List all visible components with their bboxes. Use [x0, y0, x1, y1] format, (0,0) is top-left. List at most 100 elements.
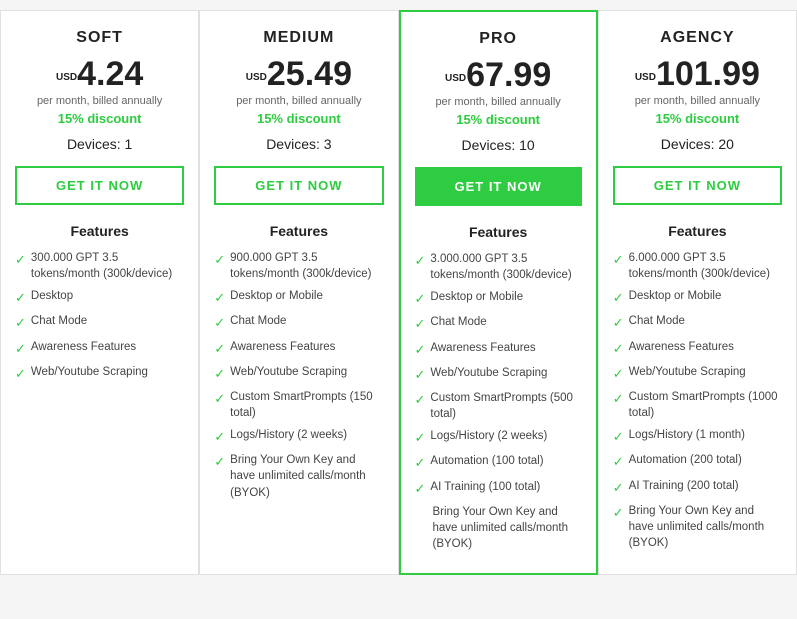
feature-text: Awareness Features	[629, 339, 734, 355]
list-item: ✓Awareness Features	[415, 337, 582, 362]
list-item: ✓300.000 GPT 3.5 tokens/month (300k/devi…	[15, 247, 184, 285]
feature-text: Desktop or Mobile	[230, 288, 323, 304]
list-item: ✓3.000.000 GPT 3.5 tokens/month (300k/de…	[415, 248, 582, 286]
price-usd-soft: USD	[56, 73, 77, 83]
check-icon: ✓	[613, 390, 624, 408]
devices-medium: Devices: 3	[266, 136, 331, 152]
check-icon: ✓	[214, 289, 225, 307]
discount-pro: 15% discount	[456, 112, 540, 127]
list-item: ✓ Awareness Features	[214, 336, 383, 361]
discount-agency: 15% discount	[655, 111, 739, 126]
feature-text: Logs/History (1 month)	[629, 427, 745, 443]
price-usd-agency: USD	[635, 73, 656, 83]
check-icon: ✓	[415, 480, 426, 498]
check-icon: ✓	[415, 391, 426, 409]
check-icon: ✓	[415, 366, 426, 384]
check-icon: ✓	[415, 315, 426, 333]
plan-name-pro: PRO	[479, 30, 517, 48]
list-item: ✓Custom SmartPrompts (500 total)	[415, 387, 582, 425]
check-icon: ✓	[214, 365, 225, 383]
check-icon: ✓	[214, 428, 225, 446]
list-item: ✓Desktop or Mobile	[415, 286, 582, 311]
feature-text: 900.000 GPT 3.5 tokens/month (300k/devic…	[230, 250, 383, 282]
feature-text: Chat Mode	[31, 313, 87, 329]
check-icon: ✓	[613, 251, 624, 269]
check-icon: ✓	[214, 340, 225, 358]
list-item: ✓Web/Youtube Scraping	[15, 361, 184, 386]
price-usd-pro: USD	[445, 74, 466, 84]
plan-medium: MEDIUMUSD25.49per month, billed annually…	[199, 10, 398, 575]
list-item: Bring Your Own Key and have unlimited ca…	[415, 501, 582, 555]
check-icon: ✓	[613, 340, 624, 358]
devices-soft: Devices: 1	[67, 136, 132, 152]
feature-text: Web/Youtube Scraping	[430, 365, 547, 381]
plan-name-soft: SOFT	[76, 29, 123, 47]
discount-medium: 15% discount	[257, 111, 341, 126]
check-icon: ✓	[613, 428, 624, 446]
price-billed-agency: per month, billed annually	[635, 95, 760, 107]
list-item: ✓Automation (100 total)	[415, 450, 582, 475]
features-list-pro: ✓3.000.000 GPT 3.5 tokens/month (300k/de…	[415, 248, 582, 555]
price-amount-soft: 4.24	[77, 57, 143, 91]
feature-text: AI Training (100 total)	[430, 479, 540, 495]
feature-text: Automation (100 total)	[430, 453, 543, 469]
plan-pro: PROUSD67.99per month, billed annually15%…	[399, 10, 598, 575]
list-item: ✓Custom SmartPrompts (150 total)	[214, 386, 383, 424]
get-btn-agency[interactable]: GET IT NOW	[613, 166, 782, 205]
list-item: ✓ Awareness Features	[15, 336, 184, 361]
check-icon: ✓	[15, 289, 26, 307]
check-icon: ✓	[415, 454, 426, 472]
list-item: ✓Chat Mode	[613, 310, 782, 335]
get-btn-pro[interactable]: GET IT NOW	[415, 167, 582, 206]
list-item: ✓Bring Your Own Key and have unlimited c…	[613, 500, 782, 554]
feature-text: AI Training (200 total)	[629, 478, 739, 494]
feature-text: Chat Mode	[629, 313, 685, 329]
features-title-pro: Features	[469, 224, 527, 240]
list-item: ✓ 6.000.000 GPT 3.5 tokens/month (300k/de…	[613, 247, 782, 285]
list-item: ✓Bring Your Own Key and have unlimited c…	[214, 449, 383, 503]
price-block-agency: USD101.99	[635, 57, 760, 91]
features-list-agency: ✓ 6.000.000 GPT 3.5 tokens/month (300k/de…	[613, 247, 782, 554]
check-icon: ✓	[214, 251, 225, 269]
list-item: ✓AI Training (100 total)	[415, 476, 582, 501]
discount-soft: 15% discount	[58, 111, 142, 126]
feature-text: Awareness Features	[31, 339, 136, 355]
price-amount-pro: 67.99	[466, 58, 551, 92]
price-amount-agency: 101.99	[656, 57, 760, 91]
list-item: ✓Custom SmartPrompts (1000 total)	[613, 386, 782, 424]
price-block-pro: USD67.99	[445, 58, 551, 92]
get-btn-medium[interactable]: GET IT NOW	[214, 166, 383, 205]
list-item: ✓ Logs/History (2 weeks)	[214, 424, 383, 449]
plan-name-agency: AGENCY	[660, 29, 734, 47]
feature-text: Logs/History (2 weeks)	[230, 427, 347, 443]
price-block-soft: USD4.24	[56, 57, 143, 91]
plan-agency: AGENCY USD101.99 per month, billed annuall…	[598, 10, 797, 575]
list-item: ✓ Awareness Features	[613, 336, 782, 361]
feature-text: Custom SmartPrompts (500 total)	[430, 390, 581, 422]
feature-text: 6.000.000 GPT 3.5 tokens/month (300k/dev…	[629, 250, 782, 282]
feature-text: Web/Youtube Scraping	[629, 364, 746, 380]
feature-text: Web/Youtube Scraping	[31, 364, 148, 380]
check-icon: ✓	[15, 251, 26, 269]
check-icon: ✓	[613, 479, 624, 497]
feature-text: Bring Your Own Key and have unlimited ca…	[230, 452, 383, 500]
list-item: ✓ Logs/History (1 month)	[613, 424, 782, 449]
get-btn-soft[interactable]: GET IT NOW	[15, 166, 184, 205]
feature-text: Custom SmartPrompts (150 total)	[230, 389, 383, 421]
pricing-grid: SOFTUSD4.24per month, billed annually15%…	[0, 10, 797, 575]
check-icon: ✓	[15, 340, 26, 358]
feature-text: Automation (200 total)	[629, 452, 742, 468]
check-icon: ✓	[415, 341, 426, 359]
list-item: ✓Desktop	[15, 285, 184, 310]
price-block-medium: USD25.49	[246, 57, 352, 91]
feature-text: Desktop or Mobile	[629, 288, 722, 304]
check-icon: ✓	[613, 365, 624, 383]
feature-text: Awareness Features	[230, 339, 335, 355]
feature-text: Bring Your Own Key and have unlimited ca…	[629, 503, 782, 551]
features-title-medium: Features	[270, 223, 328, 239]
feature-text: Desktop or Mobile	[430, 289, 523, 305]
check-icon: ✓	[15, 314, 26, 332]
check-icon: ✓	[415, 290, 426, 308]
feature-text: 3.000.000 GPT 3.5 tokens/month (300k/dev…	[430, 251, 581, 283]
list-item: ✓ 900.000 GPT 3.5 tokens/month (300k/devi…	[214, 247, 383, 285]
